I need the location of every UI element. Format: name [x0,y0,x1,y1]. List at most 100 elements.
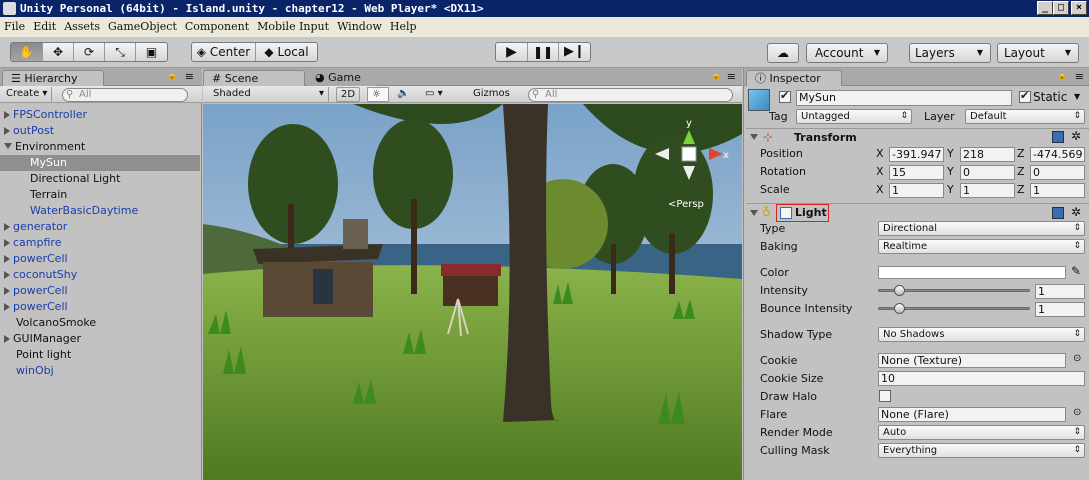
expand-triangle-icon[interactable] [4,303,10,311]
scale-field[interactable]: 1 [889,183,944,198]
tab-game[interactable]: ◕ Game [307,70,377,86]
menu-mobile-input[interactable]: Mobile Input [253,17,333,37]
hierarchy-item[interactable]: powerCell [0,251,200,267]
expand-triangle-icon[interactable] [4,335,10,343]
cloud-icon[interactable]: ☁ [767,43,799,63]
hierarchy-item[interactable]: Terrain [0,187,200,203]
expand-triangle-icon[interactable] [4,127,10,135]
hierarchy-item[interactable]: FPSController [0,107,200,123]
expand-triangle-icon[interactable] [4,255,10,263]
help-book-icon[interactable] [1052,131,1064,143]
gizmos-dropdown[interactable]: Gizmos ▾ [469,87,521,113]
scene-lighting-icon[interactable]: ☼ [367,87,389,102]
maximize-button[interactable]: □ [1053,1,1069,15]
menu-assets[interactable]: Assets [60,17,104,37]
flare-field[interactable]: None (Flare) [878,407,1066,422]
expand-triangle-icon[interactable] [4,271,10,279]
help-book-icon[interactable] [1052,207,1064,219]
collapse-triangle-icon[interactable] [750,210,758,216]
light-header[interactable]: ♁ Light ✲ [746,203,1089,222]
layout-dropdown[interactable]: Layout ▼ [997,43,1079,63]
hierarchy-item[interactable]: Environment [0,139,200,155]
audio-icon[interactable]: 🔈 [393,87,415,102]
close-button[interactable]: × [1071,1,1087,15]
panel-menu-icon[interactable]: ≡ [1075,70,1084,83]
pivot-center-button[interactable]: ◈ Center [192,43,256,61]
shading-mode-dropdown[interactable]: Shaded ▾ [209,87,329,102]
move-tool-icon[interactable]: ✥ [43,43,74,61]
persp-label[interactable]: <Persp [668,199,704,210]
type-dropdown[interactable]: Directional [878,221,1085,236]
rotation-field[interactable]: 0 [1030,165,1085,180]
transform-header[interactable]: ⊹ Transform ✲ [746,128,1089,146]
position-field[interactable]: -474.569 [1030,147,1085,162]
light-enabled-checkbox[interactable] [780,207,792,219]
menu-component[interactable]: Component [181,17,253,37]
gear-icon[interactable]: ✲ [1071,205,1081,219]
scale-field[interactable]: 1 [960,183,1015,198]
expand-triangle-icon[interactable] [4,223,10,231]
account-dropdown[interactable]: Account ▼ [806,43,888,63]
bounce-intensity-field[interactable]: 1 [1035,302,1085,317]
intensity-slider-thumb[interactable] [894,285,905,296]
cookie-size-field[interactable]: 10 [878,371,1085,386]
scene-viewport[interactable]: y x <Persp [203,104,742,480]
step-button[interactable]: ▶❙ [559,43,590,61]
expand-triangle-icon[interactable] [4,287,10,295]
hierarchy-item[interactable]: generator [0,219,200,235]
scale-field[interactable]: 1 [1030,183,1085,198]
hand-tool-icon[interactable]: ✋ [11,43,43,61]
lock-icon[interactable]: 🔒 [1057,71,1068,81]
bounce-slider-thumb[interactable] [894,303,905,314]
chevron-down-icon[interactable]: ▼ [1074,92,1080,101]
rotate-tool-icon[interactable]: ⟳ [74,43,105,61]
shadow-type-dropdown[interactable]: No Shadows [878,327,1085,342]
hierarchy-item[interactable]: powerCell [0,299,200,315]
hierarchy-item[interactable]: campfire [0,235,200,251]
expand-triangle-icon[interactable] [4,239,10,247]
panel-menu-icon[interactable]: ≡ [727,70,736,83]
menu-help[interactable]: Help [386,17,421,37]
eyedropper-icon[interactable]: ✎ [1071,264,1081,278]
tab-hierarchy[interactable]: ☰ Hierarchy [2,70,104,86]
hierarchy-search-input[interactable]: ⚲ All [62,88,188,102]
expand-triangle-icon[interactable] [4,111,10,119]
hierarchy-item[interactable]: outPost [0,123,200,139]
object-picker-icon[interactable]: ⊙ [1073,353,1081,364]
static-checkbox[interactable] [1019,89,1031,103]
rect-tool-icon[interactable]: ▣ [136,43,167,61]
menu-gameobject[interactable]: GameObject [104,17,181,37]
tab-scene[interactable]: # Scene [203,70,305,86]
hierarchy-item[interactable]: coconutShy [0,267,200,283]
hierarchy-item[interactable]: Point light [0,347,200,363]
render-mode-dropdown[interactable]: Auto [878,425,1085,440]
hierarchy-item[interactable]: GUIManager [0,331,200,347]
hierarchy-item[interactable]: powerCell [0,283,200,299]
hierarchy-item[interactable]: WaterBasicDaytime [0,203,200,219]
color-swatch[interactable] [878,266,1066,279]
object-name-field[interactable]: MySun [796,90,1012,106]
expand-triangle-icon[interactable] [4,143,12,149]
lock-icon[interactable]: 🔒 [167,71,178,81]
tab-inspector[interactable]: ⓘ Inspector [746,70,842,86]
tag-dropdown[interactable]: Untagged [796,109,912,124]
position-field[interactable]: 218 [960,147,1015,162]
panel-menu-icon[interactable]: ≡ [185,70,194,83]
lock-icon[interactable]: 🔒 [711,71,722,81]
draw-halo-checkbox[interactable] [879,390,891,402]
culling-mask-dropdown[interactable]: Everything [878,443,1085,458]
pause-button[interactable]: ❚❚ [528,43,559,61]
position-field[interactable]: -391.947 [889,147,944,162]
cookie-field[interactable]: None (Texture) [878,353,1066,368]
menu-edit[interactable]: Edit [29,17,60,37]
create-dropdown[interactable]: Create ▾ [2,87,53,102]
scene-search-input[interactable]: ⚲ All [528,88,733,102]
hierarchy-item[interactable]: MySun [0,155,200,171]
rotation-field[interactable]: 0 [960,165,1015,180]
hierarchy-item[interactable]: winObj [0,363,200,379]
play-button[interactable]: ▶ [496,43,528,61]
intensity-field[interactable]: 1 [1035,284,1085,299]
collapse-triangle-icon[interactable] [750,134,758,140]
rotation-field[interactable]: 15 [889,165,944,180]
layers-dropdown[interactable]: Layers ▼ [909,43,991,63]
